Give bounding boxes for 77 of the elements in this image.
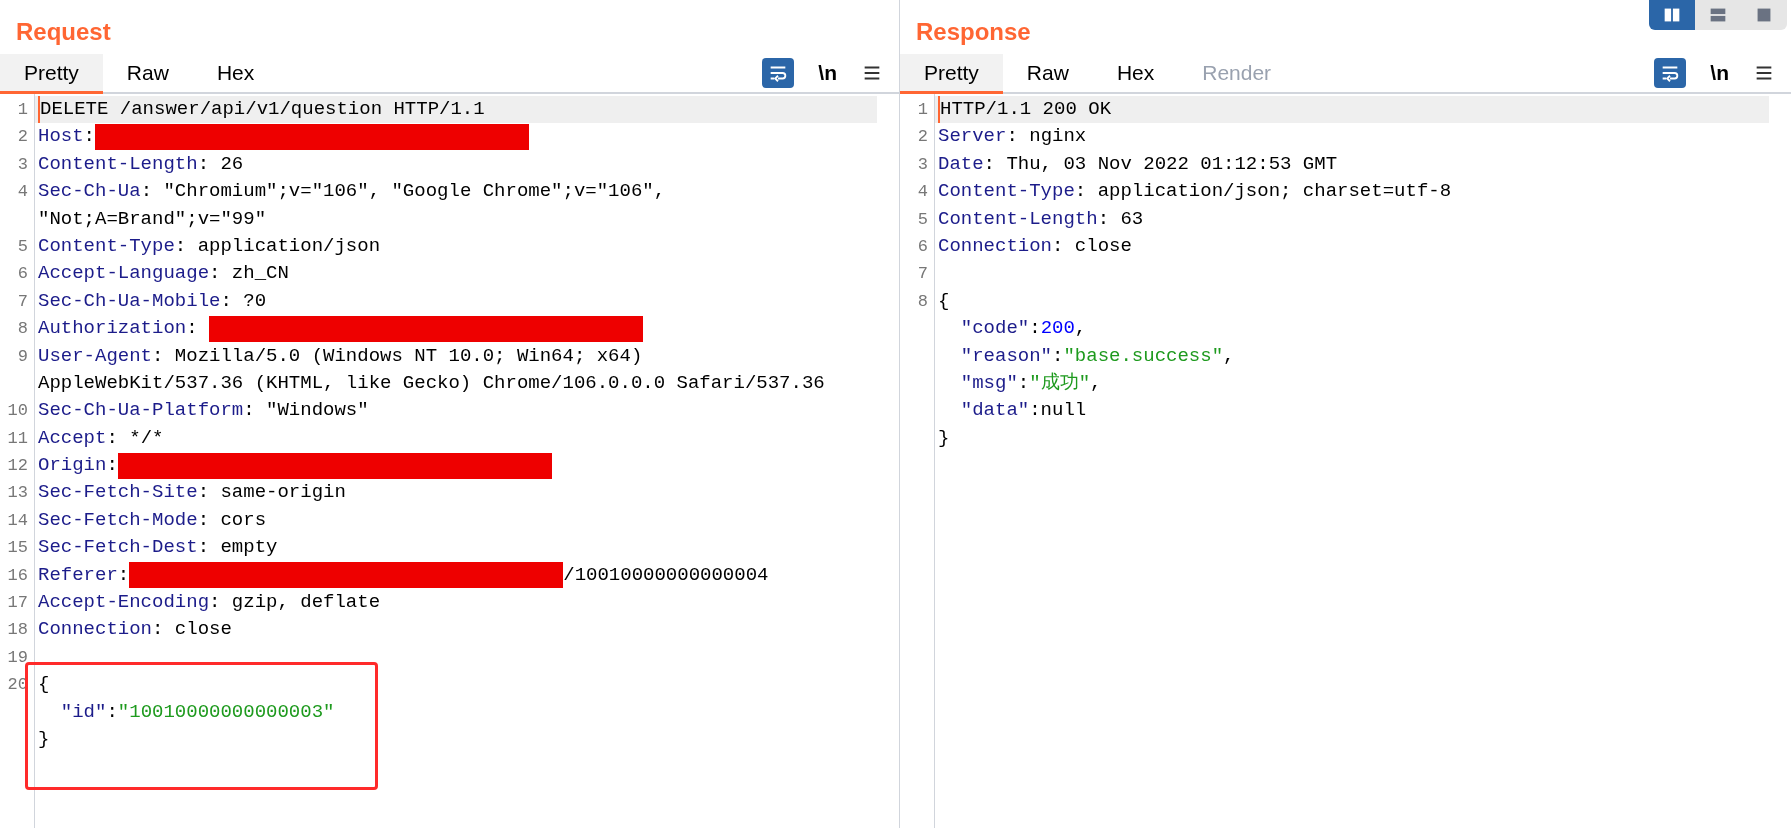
line-number: 6 xyxy=(916,235,929,258)
newline-toggle-button[interactable]: \n xyxy=(818,57,837,89)
line-number: 2 xyxy=(916,126,929,149)
code-text: "id":"10010000000000003" xyxy=(59,699,335,725)
tab[interactable]: Raw xyxy=(1002,54,1093,94)
code-text: /10010000000000004 xyxy=(563,562,769,588)
code-text: Content-Type: application/json xyxy=(38,233,381,259)
code-text: Sec-Ch-Ua-Platform: "Windows" xyxy=(38,398,369,424)
code-text: Origin: xyxy=(38,453,118,479)
code-text: HTTP/1.1 200 OK xyxy=(938,96,1112,124)
line-number: 1 xyxy=(16,99,29,121)
code-text: Accept-Language: zh_CN xyxy=(38,261,289,287)
layout-toggle-button[interactable] xyxy=(1741,0,1787,30)
code-text: Server: nginx xyxy=(938,124,1087,150)
wrap-lines-button[interactable] xyxy=(762,58,795,88)
line-number: 5 xyxy=(916,208,929,231)
line-number: 15 xyxy=(6,537,29,560)
code-text: Sec-Fetch-Dest: empty xyxy=(38,535,278,561)
tab[interactable]: Hex xyxy=(192,54,279,94)
code-text: "msg":"成功", xyxy=(959,370,1102,396)
code-text: Sec-Fetch-Mode: cors xyxy=(38,507,267,533)
code-text: Content-Length: 26 xyxy=(38,151,244,177)
line-number: 10 xyxy=(6,400,29,423)
code-text: Sec-Fetch-Site: same-origin xyxy=(38,480,346,506)
code-text: "code":200, xyxy=(959,316,1087,342)
pane-title: Request xyxy=(15,17,111,47)
tab[interactable]: Hex xyxy=(1092,54,1179,94)
layout-toggle-button[interactable] xyxy=(1695,0,1741,30)
line-number: 5 xyxy=(16,235,29,258)
code-text: AppleWebKit/537.36 (KHTML, like Gecko) Chrome/106.0.0.0 Safari/537.36 xyxy=(38,370,825,396)
line-number: 14 xyxy=(6,509,29,532)
code-text: Authorization: xyxy=(38,316,199,342)
tab[interactable]: Pretty xyxy=(900,54,1003,94)
line-number: 11 xyxy=(6,427,29,450)
line-number: 17 xyxy=(6,592,29,615)
code-text: User-Agent: Mozilla/5.0 (Windows NT 10.0; Win64; x64) xyxy=(38,343,643,369)
newline-toggle-button[interactable]: \n xyxy=(1710,57,1729,89)
line-number: 7 xyxy=(916,263,929,286)
code-text: Sec-Ch-Ua-Mobile: ?0 xyxy=(38,288,267,314)
pane-title: Response xyxy=(915,17,1031,47)
code-text: } xyxy=(38,727,50,752)
line-number: 7 xyxy=(16,290,29,313)
code-text: Connection: close xyxy=(38,617,232,643)
tab[interactable]: Pretty xyxy=(0,54,103,94)
line-number: 3 xyxy=(916,153,929,176)
code-text: Host: xyxy=(38,124,95,150)
line-number: 13 xyxy=(6,482,29,505)
code-text: Content-Type: application/json; charset=utf-8 xyxy=(938,179,1452,205)
line-number: 8 xyxy=(16,318,29,341)
line-number: 8 xyxy=(916,290,929,313)
code-text: { xyxy=(938,288,950,314)
code-text: Connection: close xyxy=(938,233,1132,259)
code-text: Accept-Encoding: gzip, deflate xyxy=(38,590,381,616)
line-number: 4 xyxy=(16,181,29,204)
code-text: Sec-Ch-Ua: "Chromium";v="106", "Google Chrome";v="106", xyxy=(38,179,666,205)
code-text: } xyxy=(938,425,950,451)
line-number: 2 xyxy=(16,126,29,149)
line-number: 12 xyxy=(6,455,29,478)
line-number: 3 xyxy=(16,153,29,176)
line-number: 1 xyxy=(916,99,929,121)
line-number: 9 xyxy=(16,345,29,368)
line-number: 19 xyxy=(6,646,29,669)
line-number: 4 xyxy=(916,181,929,204)
code-text: "reason":"base.success", xyxy=(959,343,1235,369)
line-number: 6 xyxy=(16,263,29,286)
line-number: 18 xyxy=(6,619,29,642)
code-text: "Not;A=Brand";v="99" xyxy=(38,206,267,232)
code-text: Content-Length: 63 xyxy=(938,206,1144,232)
layout-toggle-button[interactable] xyxy=(1649,0,1695,30)
code-text: { xyxy=(38,672,50,698)
wrap-lines-button[interactable] xyxy=(1654,58,1687,88)
code-text: Date: Thu, 03 Nov 2022 01:12:53 GMT xyxy=(938,151,1338,177)
line-number: 16 xyxy=(6,564,29,587)
code-text: Accept: */* xyxy=(38,425,164,451)
code-text: "data":null xyxy=(959,398,1087,424)
tab[interactable]: Raw xyxy=(102,54,193,94)
code-text: Referer: xyxy=(38,562,130,588)
